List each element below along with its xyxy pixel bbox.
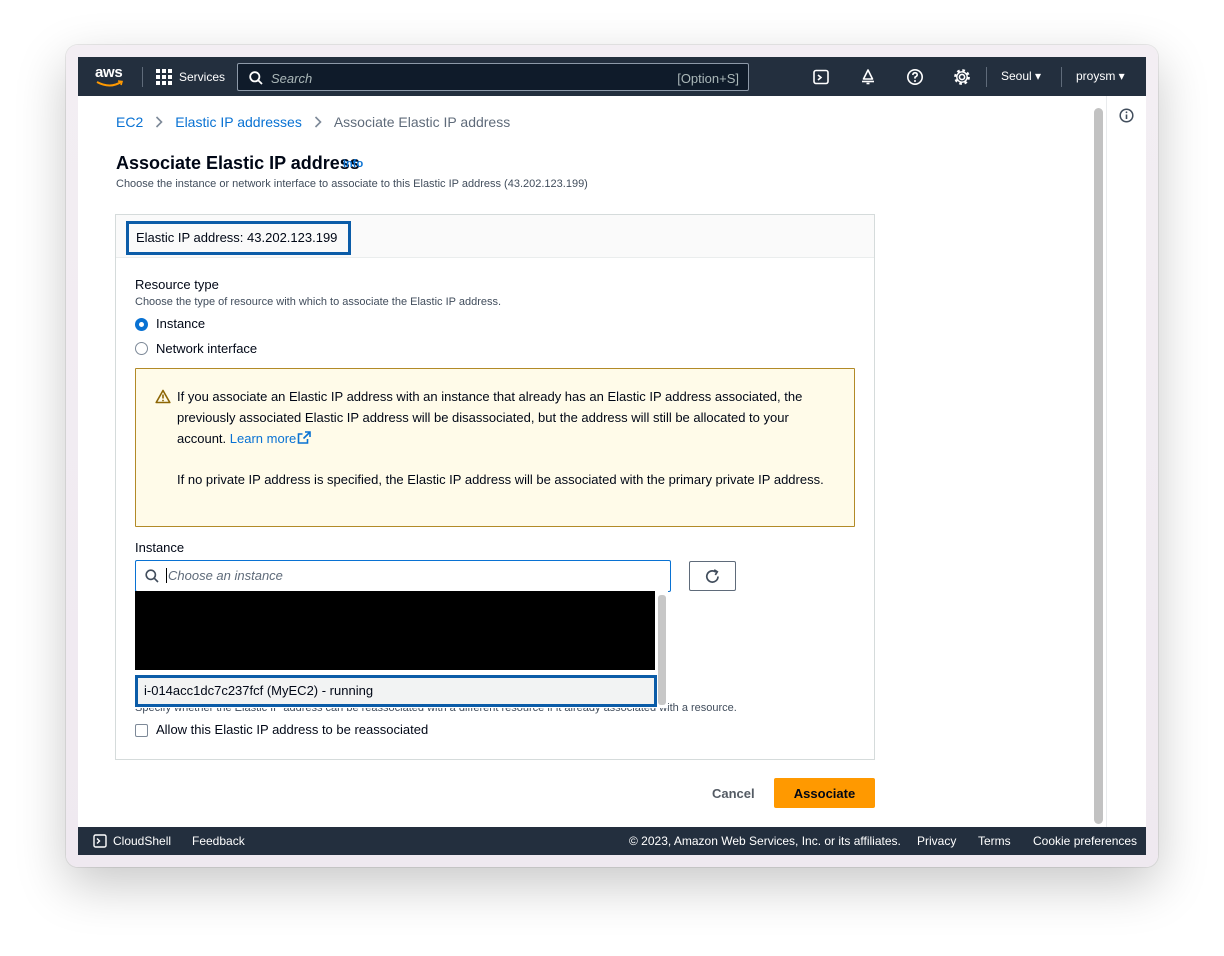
right-rail [1106,96,1146,827]
bell-icon[interactable] [859,68,877,86]
footer-cloudshell[interactable]: CloudShell [113,834,171,848]
chevron-right-icon [156,116,163,128]
aws-smile-icon [96,80,124,87]
search-shortcut: [Option+S] [677,71,739,86]
radio-network-interface-label[interactable]: Network interface [156,341,257,356]
instance-dropdown: i-014acc1dc7c237fcf (MyEC2) - running [135,591,668,708]
footer-feedback[interactable]: Feedback [192,834,245,848]
footer-privacy[interactable]: Privacy [917,834,956,848]
external-link-icon [297,431,312,444]
reassociate-label[interactable]: Allow this Elastic IP address to be reas… [156,722,428,737]
radio-instance[interactable] [135,318,148,331]
footer-copyright: © 2023, Amazon Web Services, Inc. or its… [629,834,901,848]
associate-panel: Elastic IP address: 43.202.123.199 Resou… [115,214,875,760]
search-placeholder: Search [271,71,313,86]
top-nav: aws Services Search [Option+S] Seoul ▾ p… [78,57,1146,96]
dropdown-scrollbar[interactable] [658,595,666,705]
aws-logo-text: aws [95,64,123,81]
info-icon[interactable] [1119,108,1134,123]
learn-more-label: Learn more [229,431,297,446]
refresh-icon [705,569,719,583]
nav-divider [986,67,987,87]
resource-type-label: Resource type [135,277,219,292]
search-icon [249,71,263,85]
help-icon[interactable] [906,68,924,86]
chevron-right-icon [314,116,322,128]
warning-alert: If you associate an Elastic IP address w… [135,368,855,527]
aws-logo[interactable]: aws [95,64,127,88]
radio-instance-label[interactable]: Instance [156,316,205,331]
resource-type-desc: Choose the type of resource with which t… [135,296,502,308]
reassociate-checkbox[interactable] [135,724,148,737]
learn-more-link[interactable]: Learn more [229,431,312,446]
services-label: Services [179,70,226,84]
breadcrumb-current: Associate Elastic IP address [333,114,511,130]
redacted-options [135,591,655,670]
breadcrumb: EC2 Elastic IP addresses Associate Elast… [116,114,510,130]
instance-search-input[interactable]: Choose an instance [135,560,671,592]
instance-placeholder: Choose an instance [166,568,283,583]
account-menu[interactable]: proysm ▾ [1076,69,1125,83]
alert-text-1: If you associate an Elastic IP address w… [177,386,837,449]
page-subtitle: Choose the instance or network interface… [116,178,588,190]
panel-header: Elastic IP address: 43.202.123.199 [116,215,874,258]
footer: CloudShell Feedback © 2023, Amazon Web S… [78,827,1146,855]
cloudshell-icon [93,834,107,848]
footer-terms[interactable]: Terms [978,834,1011,848]
services-menu[interactable]: Services [156,68,225,86]
alert-text-2: If no private IP address is specified, t… [177,472,824,487]
cloudshell-icon[interactable] [812,68,830,86]
page-title: Associate Elastic IP address [116,153,360,173]
elastic-ip-header: Elastic IP address: 43.202.123.199 [126,221,351,255]
footer-cookie-preferences[interactable]: Cookie preferences [1033,834,1137,848]
search-icon [145,569,159,583]
cancel-button[interactable]: Cancel [712,786,755,801]
instance-option[interactable]: i-014acc1dc7c237fcf (MyEC2) - running [135,675,657,707]
console-app: aws Services Search [Option+S] Seoul ▾ p… [78,57,1146,855]
search-input[interactable]: Search [Option+S] [237,63,749,91]
refresh-button[interactable] [689,561,736,591]
nav-divider [1061,67,1062,87]
region-selector[interactable]: Seoul ▾ [1001,69,1041,83]
info-link[interactable]: Info [343,158,363,170]
page-scrollbar[interactable] [1094,108,1103,824]
instance-label: Instance [135,540,185,555]
breadcrumb-ec2[interactable]: EC2 [116,114,143,130]
radio-network-interface[interactable] [135,342,148,355]
grid-icon [156,69,172,85]
warning-icon [155,389,171,404]
breadcrumb-elastic-ips[interactable]: Elastic IP addresses [175,114,302,130]
associate-button[interactable]: Associate [774,778,875,808]
gear-icon[interactable] [953,68,971,86]
nav-divider [142,67,143,87]
